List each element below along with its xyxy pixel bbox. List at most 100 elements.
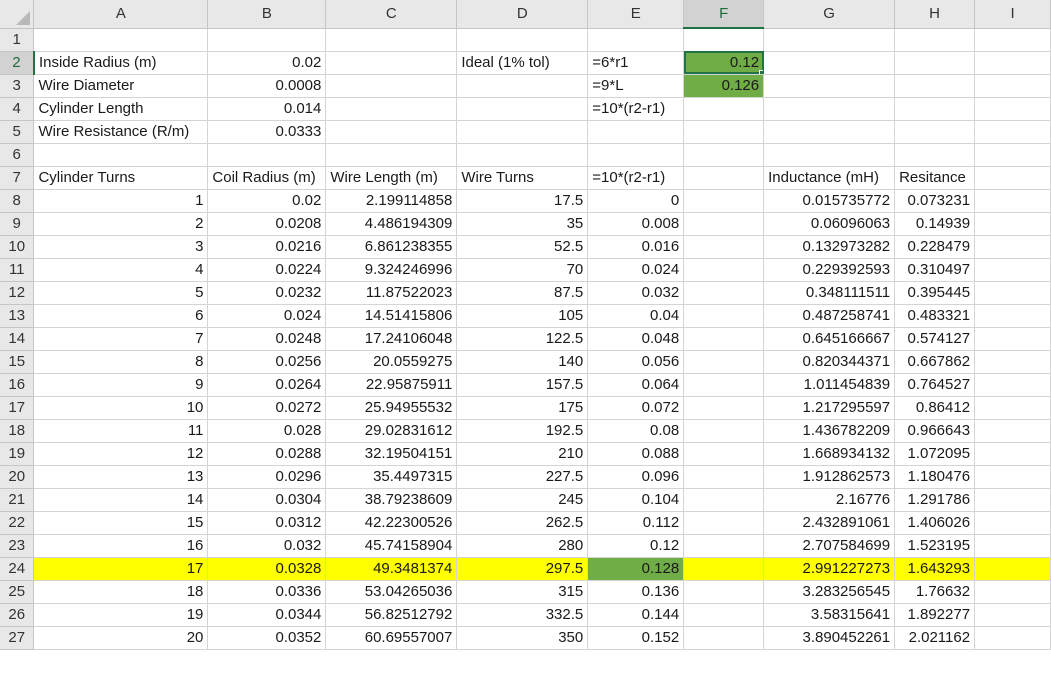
- cell-f27[interactable]: [683, 626, 765, 650]
- cell-a25[interactable]: 18: [33, 580, 209, 604]
- cell-f3[interactable]: 0.126: [683, 74, 765, 98]
- cell-g20[interactable]: 1.912862573: [763, 465, 896, 489]
- cell-g24[interactable]: 2.991227273: [763, 557, 896, 581]
- cell-g15[interactable]: 0.820344371: [763, 350, 896, 374]
- row-header[interactable]: 15: [0, 350, 35, 374]
- cell-b21[interactable]: 0.0304: [207, 488, 327, 512]
- cell-f23[interactable]: [683, 534, 765, 558]
- cell-b16[interactable]: 0.0264: [207, 373, 327, 397]
- cell-d8[interactable]: 17.5: [456, 189, 589, 213]
- column-header-d[interactable]: D: [456, 0, 589, 29]
- cell-a19[interactable]: 12: [33, 442, 209, 466]
- cell-b26[interactable]: 0.0344: [207, 603, 327, 627]
- cell-c14[interactable]: 17.24106048: [325, 327, 458, 351]
- cell-a22[interactable]: 15: [33, 511, 209, 535]
- cell-d25[interactable]: 315: [456, 580, 589, 604]
- cell-f4[interactable]: [683, 97, 765, 121]
- cell-c25[interactable]: 53.04265036: [325, 580, 458, 604]
- cell-i9[interactable]: [974, 212, 1051, 236]
- cell-c26[interactable]: 56.82512792: [325, 603, 458, 627]
- cell-f12[interactable]: [683, 281, 765, 305]
- cell-a13[interactable]: 6: [33, 304, 209, 328]
- row-header[interactable]: 14: [0, 327, 35, 351]
- cell-i17[interactable]: [974, 396, 1051, 420]
- cell-e12[interactable]: 0.032: [587, 281, 685, 305]
- cell-e10[interactable]: 0.016: [587, 235, 685, 259]
- row-header[interactable]: 16: [0, 373, 35, 397]
- cell-f14[interactable]: [683, 327, 765, 351]
- cell-b10[interactable]: 0.0216: [207, 235, 327, 259]
- select-all-corner[interactable]: [0, 0, 35, 29]
- row-header[interactable]: 3: [0, 74, 35, 98]
- cell-g2[interactable]: [763, 51, 896, 75]
- cell-i20[interactable]: [974, 465, 1051, 489]
- row-header[interactable]: 13: [0, 304, 35, 328]
- cell-h7[interactable]: Resitance: [894, 166, 976, 190]
- row-header[interactable]: 7: [0, 166, 35, 190]
- cell-i13[interactable]: [974, 304, 1051, 328]
- row-header[interactable]: 27: [0, 626, 35, 650]
- cell-e14[interactable]: 0.048: [587, 327, 685, 351]
- cell-d10[interactable]: 52.5: [456, 235, 589, 259]
- cell-c17[interactable]: 25.94955532: [325, 396, 458, 420]
- cell-e13[interactable]: 0.04: [587, 304, 685, 328]
- cell-d22[interactable]: 262.5: [456, 511, 589, 535]
- cell-b7[interactable]: Coil Radius (m): [207, 166, 327, 190]
- cell-e2[interactable]: =6*r1: [587, 51, 685, 75]
- cell-g26[interactable]: 3.58315641: [763, 603, 896, 627]
- cell-g5[interactable]: [763, 120, 896, 144]
- cell-g12[interactable]: 0.348111511: [763, 281, 896, 305]
- cell-h19[interactable]: 1.072095: [894, 442, 976, 466]
- column-header-h[interactable]: H: [894, 0, 976, 29]
- cell-c20[interactable]: 35.4497315: [325, 465, 458, 489]
- cell-a27[interactable]: 20: [33, 626, 209, 650]
- cell-d9[interactable]: 35: [456, 212, 589, 236]
- row-header[interactable]: 23: [0, 534, 35, 558]
- cell-d16[interactable]: 157.5: [456, 373, 589, 397]
- cell-f16[interactable]: [683, 373, 765, 397]
- cell-i19[interactable]: [974, 442, 1051, 466]
- cell-b24[interactable]: 0.0328: [207, 557, 327, 581]
- cell-i6[interactable]: [974, 143, 1051, 167]
- cell-g3[interactable]: [763, 74, 896, 98]
- cell-f18[interactable]: [683, 419, 765, 443]
- column-header-c[interactable]: C: [325, 0, 458, 29]
- cell-f5[interactable]: [683, 120, 765, 144]
- cell-h27[interactable]: 2.021162: [894, 626, 976, 650]
- cell-d7[interactable]: Wire Turns: [456, 166, 589, 190]
- cell-h25[interactable]: 1.76632: [894, 580, 976, 604]
- cell-f1[interactable]: [683, 28, 765, 52]
- row-header[interactable]: 21: [0, 488, 35, 512]
- cell-i22[interactable]: [974, 511, 1051, 535]
- cell-b22[interactable]: 0.0312: [207, 511, 327, 535]
- cell-e19[interactable]: 0.088: [587, 442, 685, 466]
- cell-i2[interactable]: [974, 51, 1051, 75]
- cell-i10[interactable]: [974, 235, 1051, 259]
- cell-c22[interactable]: 42.22300526: [325, 511, 458, 535]
- row-header[interactable]: 4: [0, 97, 35, 121]
- cell-e17[interactable]: 0.072: [587, 396, 685, 420]
- cell-g27[interactable]: 3.890452261: [763, 626, 896, 650]
- cell-c11[interactable]: 9.324246996: [325, 258, 458, 282]
- cell-i3[interactable]: [974, 74, 1051, 98]
- cell-g14[interactable]: 0.645166667: [763, 327, 896, 351]
- cell-i18[interactable]: [974, 419, 1051, 443]
- row-header[interactable]: 12: [0, 281, 35, 305]
- row-header[interactable]: 20: [0, 465, 35, 489]
- cell-c4[interactable]: [325, 97, 458, 121]
- cell-c3[interactable]: [325, 74, 458, 98]
- column-header-i[interactable]: I: [974, 0, 1051, 29]
- cell-h26[interactable]: 1.892277: [894, 603, 976, 627]
- cell-c10[interactable]: 6.861238355: [325, 235, 458, 259]
- cell-c13[interactable]: 14.51415806: [325, 304, 458, 328]
- cell-e9[interactable]: 0.008: [587, 212, 685, 236]
- cell-e20[interactable]: 0.096: [587, 465, 685, 489]
- cell-e22[interactable]: 0.112: [587, 511, 685, 535]
- row-header[interactable]: 24: [0, 557, 35, 581]
- cell-i14[interactable]: [974, 327, 1051, 351]
- cell-c9[interactable]: 4.486194309: [325, 212, 458, 236]
- row-header[interactable]: 5: [0, 120, 35, 144]
- cell-c19[interactable]: 32.19504151: [325, 442, 458, 466]
- cell-h8[interactable]: 0.073231: [894, 189, 976, 213]
- cell-i5[interactable]: [974, 120, 1051, 144]
